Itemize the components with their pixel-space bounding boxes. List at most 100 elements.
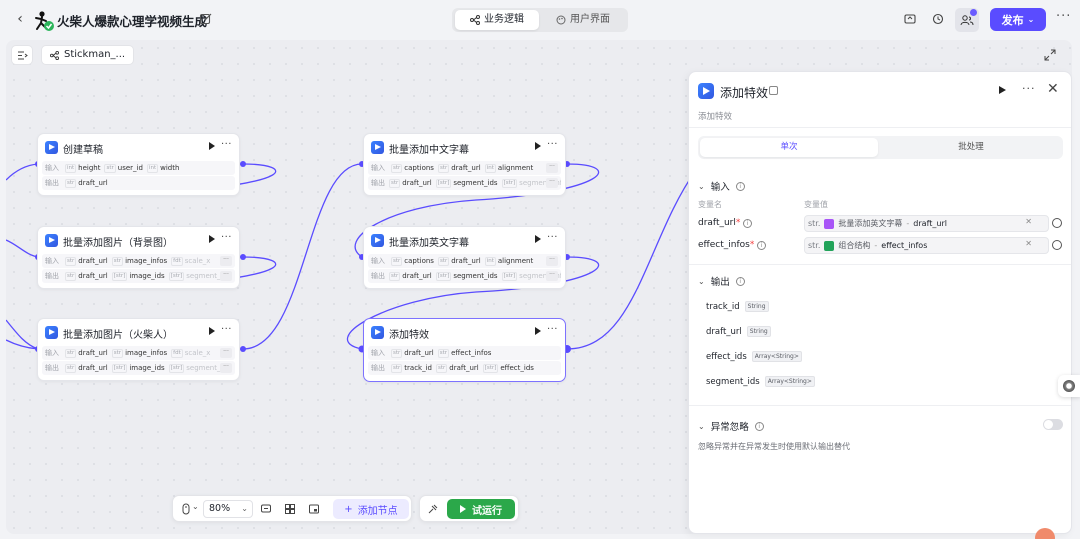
node-more-icon[interactable]: ··· [547,232,558,243]
more-options-icon[interactable]: ··· [1022,82,1036,95]
assistant-float-button[interactable] [1058,375,1080,397]
param-chip: str draft_url [437,163,481,173]
more-params-icon[interactable]: ··· [220,348,232,358]
mouse-icon[interactable] [180,503,192,515]
info-icon[interactable]: i [735,181,745,191]
back-button[interactable]: ‹ [12,11,28,27]
col-var-name: 变量名 [698,200,722,209]
tab-user-interface[interactable]: 用户界面 [541,10,625,30]
fullscreen-icon[interactable] [1043,48,1057,62]
info-icon[interactable]: i [754,421,764,431]
node-input-row: 输入 str draft_url str image_infos fdt scale_… [42,254,235,268]
more-params-icon[interactable]: ··· [220,363,232,373]
run-node-icon[interactable] [535,327,541,335]
history-icon[interactable] [931,12,945,26]
test-run-label: 试运行 [472,505,502,517]
divider [689,405,1071,406]
info-icon[interactable]: i [757,241,767,250]
output-track-id: track_id String [706,301,769,312]
param-chip: str captions [391,256,434,266]
node-add-effect[interactable]: 添加特效 ··· 输入 str draft_url str effect_infos… [363,318,566,382]
zoom-value: 80% [209,503,231,514]
param-draft-url-field[interactable]: str. 批量添加英文字幕 - draft_url ✕ [804,215,1049,232]
info-icon[interactable]: i [735,276,745,286]
node-create-draft[interactable]: 创建草稿 ··· 输入 int height str user_id int widt… [37,133,240,196]
param-chip: int alignment [484,256,534,266]
test-run-button[interactable]: 试运行 [447,499,515,519]
run-node-icon[interactable] [209,142,215,150]
close-icon[interactable]: ✕ [1047,81,1059,97]
chevron-down-icon[interactable]: ⌄ [192,502,199,511]
palette-icon [556,15,566,25]
node-batch-add-images-stickman[interactable]: 批量添加图片（火柴人） ··· 输入 str draft_url str image… [37,318,240,381]
node-more-icon[interactable]: ··· [221,232,232,243]
node-more-icon[interactable]: ··· [547,139,558,150]
clear-icon[interactable]: ✕ [1025,239,1032,248]
play-icon [460,505,466,513]
run-node-icon[interactable] [535,142,541,150]
param-chip: [str] effect_ids [482,363,534,373]
video-plugin-icon [45,141,58,154]
more-params-icon[interactable]: ··· [546,256,558,266]
source-node-icon [824,218,835,229]
param-chip: str draft_url [65,363,108,373]
tab-batch[interactable]: 批处理 [882,138,1060,157]
node-batch-add-cn-captions[interactable]: 批量添加中文字幕 ··· 输入 str captions str draft_url… [363,133,566,196]
debug-icon[interactable] [427,503,439,515]
run-node-icon[interactable] [209,327,215,335]
zoom-select[interactable]: 80% ⌄ [203,500,253,518]
run-node-icon[interactable] [999,86,1006,94]
more-params-icon[interactable]: ··· [546,163,558,173]
input-section-header[interactable]: ⌄ 输入 i [698,179,745,193]
breadcrumb[interactable]: Stickman_... [41,45,135,65]
ignore-section-title: 异常忽略 [710,422,749,433]
publish-button[interactable]: 发布 ⌄ [990,8,1046,31]
target-icon[interactable] [1052,218,1062,228]
tab-business-logic[interactable]: 业务逻辑 [455,10,539,30]
plus-icon: + [344,503,353,515]
ignore-section-header[interactable]: ⌄ 异常忽略 i [698,419,764,433]
node-batch-add-en-captions[interactable]: 批量添加英文字幕 ··· 输入 str captions str draft_url… [363,226,566,289]
add-node-button[interactable]: + 添加节点 [333,499,409,519]
toggle-knob [1044,420,1053,429]
param-chip: str draft_url [65,178,108,188]
more-params-icon[interactable]: ··· [220,256,232,266]
more-params-icon[interactable]: ··· [546,271,558,281]
edit-icon[interactable] [199,12,213,26]
info-icon[interactable]: i [743,219,753,228]
more-options-icon[interactable]: ··· [1056,9,1071,24]
panel-header: 添加特效 添加特效 ··· ✕ [689,72,1071,128]
layout-icon[interactable] [284,503,296,515]
param-chip: [str] segment_ids [435,271,498,281]
more-params-icon[interactable]: ··· [546,178,558,188]
canvas-toolbar: ⌄ 80% ⌄ + 添加节点 [172,495,412,522]
param-chip: int alignment [484,163,534,173]
clear-icon[interactable]: ✕ [1025,217,1032,226]
run-node-icon[interactable] [535,235,541,243]
output-label: 输出 [371,179,385,187]
node-more-icon[interactable]: ··· [221,139,232,150]
node-more-icon[interactable]: ··· [221,324,232,335]
input-label: 输入 [45,164,59,172]
minimap-icon[interactable] [308,503,320,515]
node-input-row: 输入 str captions str draft_url int alignment… [368,254,561,268]
ignore-exception-toggle[interactable] [1043,419,1063,430]
output-section-header[interactable]: ⌄ 输出 i [698,274,745,288]
param-chip: str image_infos [111,256,168,266]
param-chip: fdt scale_x [171,348,211,358]
template-icon[interactable] [903,12,917,26]
sidebar-toggle-button[interactable] [11,45,33,65]
input-label: 输入 [371,349,385,357]
comment-icon[interactable] [260,503,272,515]
node-more-icon[interactable]: ··· [547,324,558,335]
node-input-row: 输入 str draft_url str effect_infos [368,346,561,360]
node-batch-add-images-bg[interactable]: 批量添加图片（背景图） ··· 输入 str draft_url str image… [37,226,240,289]
tab-single[interactable]: 单次 [700,138,878,157]
more-params-icon[interactable]: ··· [220,271,232,281]
collaborators-button[interactable] [955,8,979,32]
output-section-title: 输出 [710,277,730,288]
target-icon[interactable] [1052,240,1062,250]
run-node-icon[interactable] [209,235,215,243]
panel-title: 添加特效 [720,86,769,100]
param-effect-infos-field[interactable]: str. 组合结构 - effect_infos ✕ [804,237,1049,254]
